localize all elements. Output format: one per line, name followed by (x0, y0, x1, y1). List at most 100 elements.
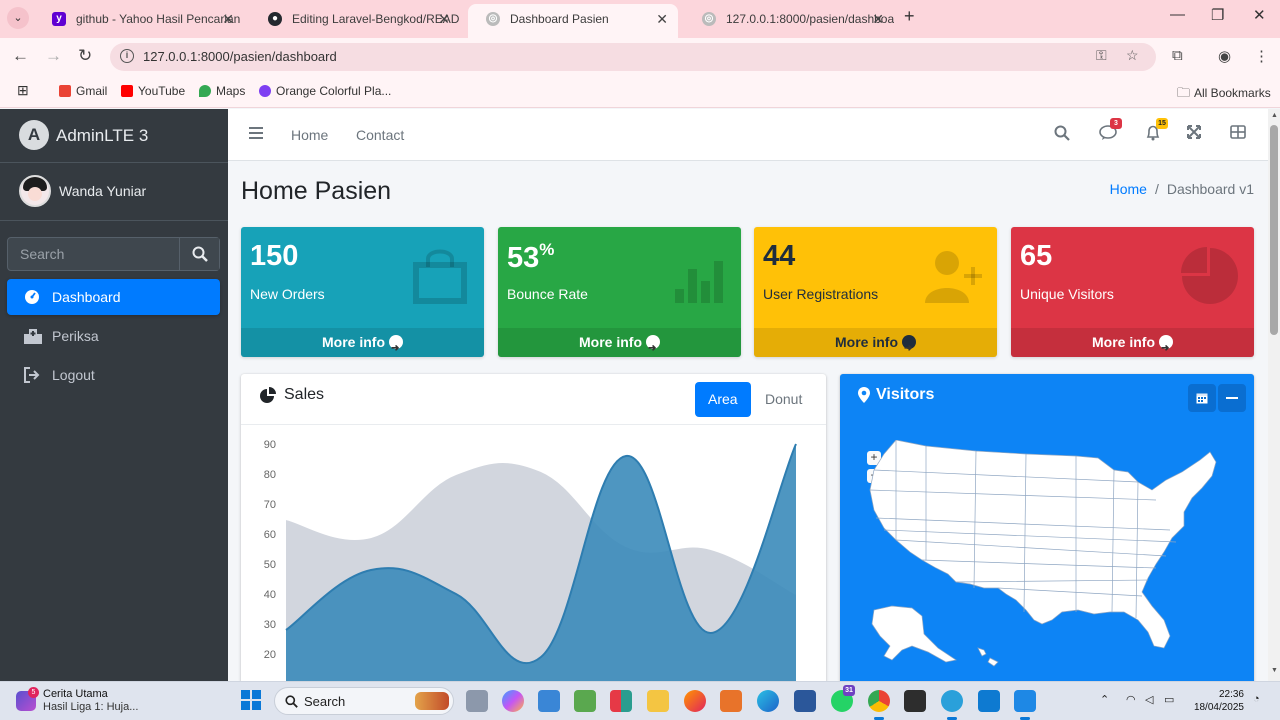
tab-title: Dashboard Pasien (510, 12, 609, 26)
daterange-button[interactable] (1188, 384, 1216, 412)
small-box-value: 53% (507, 240, 555, 274)
word-icon[interactable] (794, 690, 816, 712)
more-info-link[interactable]: More info (498, 328, 741, 357)
app-icon[interactable] (1014, 690, 1036, 720)
close-window-button[interactable]: ✕ (1253, 6, 1266, 24)
notifications-dropdown[interactable]: 15 (1145, 118, 1168, 147)
battery-icon[interactable]: ▭ (1164, 693, 1174, 706)
menu-kebab-icon[interactable]: ⋮ (1254, 47, 1269, 65)
close-tab-icon[interactable]: ✕ (438, 4, 450, 34)
page-scrollbar[interactable]: ▲ ▼ (1268, 109, 1280, 681)
xampp-icon[interactable] (720, 690, 742, 712)
tab-donut[interactable]: Donut (752, 382, 815, 417)
browser-tab-active[interactable]: ◎ Dashboard Pasien ✕ (468, 4, 678, 38)
windows-start-icon[interactable] (241, 690, 261, 710)
hospital-icon (24, 329, 42, 344)
gmail-icon (59, 85, 71, 97)
sidebar-item-logout[interactable]: Logout (7, 357, 220, 393)
edge-icon[interactable] (757, 690, 779, 712)
chrome-icon[interactable] (868, 690, 890, 720)
expand-arrows-icon (1187, 125, 1201, 139)
nav-link-home[interactable]: Home (291, 127, 328, 143)
clock-time: 22:36 (1218, 689, 1244, 700)
tab-area[interactable]: Area (695, 382, 751, 417)
wifi-icon[interactable]: ◠ (1126, 693, 1136, 706)
sidebar-item-periksa[interactable]: Periksa (7, 318, 220, 354)
app-icon[interactable] (610, 690, 632, 712)
whatsapp-icon[interactable]: 31 (831, 685, 855, 712)
notification-bell-icon[interactable]: ◔ (1253, 693, 1260, 705)
nav-link-contact[interactable]: Contact (356, 127, 404, 143)
browser-tab[interactable]: ● Editing Laravel-Bengkod/READM ✕ (250, 4, 460, 38)
scrollbar-thumb[interactable] (1270, 125, 1278, 335)
more-info-link[interactable]: More info (754, 328, 997, 357)
firefox-icon[interactable] (684, 690, 706, 712)
collapse-button[interactable] (1218, 384, 1246, 412)
terminal-icon[interactable] (904, 690, 926, 712)
navbar-search-button[interactable] (1054, 125, 1076, 147)
close-tab-icon[interactable]: ✕ (222, 4, 234, 34)
forward-button[interactable]: → (45, 46, 62, 66)
globe-favicon-icon: ◎ (486, 12, 500, 26)
sales-card: Sales Area Donut 20 30 40 50 60 70 80 90 (241, 374, 826, 684)
password-key-icon[interactable]: ⚿ (1096, 47, 1107, 64)
messages-dropdown[interactable]: 3 (1099, 118, 1122, 147)
sidebar-search-input[interactable] (8, 238, 180, 270)
back-button[interactable]: ← (12, 46, 29, 66)
user-name[interactable]: Wanda Yuniar (59, 183, 146, 199)
bookmark-star-icon[interactable]: ☆ (1126, 47, 1139, 64)
bookmark-youtube[interactable]: YouTube (121, 84, 185, 98)
address-bar[interactable]: i 127.0.0.1:8000/pasien/dashboard ⚿ ☆ (110, 43, 1156, 71)
brand-link[interactable]: A AdminLTE 3 (0, 109, 228, 163)
profile-avatar[interactable]: ◉ (1218, 47, 1231, 65)
task-view-icon[interactable] (466, 690, 488, 712)
copilot-icon[interactable] (502, 690, 524, 712)
file-explorer-icon[interactable] (647, 690, 669, 712)
new-tab-button[interactable]: + (904, 6, 915, 27)
volume-icon[interactable]: ◁ (1145, 693, 1153, 706)
reload-button[interactable]: ↻ (78, 46, 92, 66)
y-tick-label: 30 (264, 619, 276, 631)
site-info-icon[interactable]: i (120, 49, 134, 63)
y-tick-label: 20 (264, 649, 276, 661)
news-widget[interactable]: Cerita Utama Hasil Liga 1: Huja... (43, 688, 138, 714)
telegram-icon[interactable] (941, 690, 963, 720)
taskbar-clock[interactable]: 22:36 18/04/2025 (1188, 688, 1244, 714)
all-bookmarks-folder[interactable]: 🗀 All Bookmarks (1177, 84, 1271, 106)
show-hidden-icons-chevron-icon[interactable]: ⌃ (1100, 693, 1109, 706)
microsoft-store-icon[interactable] (538, 690, 560, 712)
maximize-button[interactable]: ❐ (1211, 6, 1224, 24)
extensions-icon[interactable]: ⧉ (1172, 47, 1183, 64)
browser-tab[interactable]: ◎ 127.0.0.1:8000/pasien/dashboard ✕ (684, 4, 894, 38)
scroll-down-arrow-icon[interactable]: ▼ (1271, 667, 1278, 674)
scroll-up-arrow-icon[interactable]: ▲ (1271, 112, 1278, 119)
browser-tab[interactable]: y github - Yahoo Hasil Pencarian ✕ (34, 4, 244, 38)
apps-grid-icon[interactable]: ⊞ (17, 82, 29, 99)
sales-area-chart: 20 30 40 50 60 70 80 90 (264, 439, 797, 684)
sidebar-search-button[interactable] (179, 238, 219, 270)
more-info-link[interactable]: More info (1011, 328, 1254, 357)
browser-toolbar: ← → ↻ i 127.0.0.1:8000/pasien/dashboard … (0, 38, 1280, 76)
breadcrumb-separator: / (1154, 181, 1159, 197)
clock-date: 18/04/2025 (1193, 702, 1244, 713)
bookmark-canva[interactable]: Orange Colorful Pla... (259, 84, 391, 98)
close-tab-icon[interactable]: ✕ (656, 4, 668, 34)
taskbar-search[interactable]: Search (274, 687, 454, 715)
bookmark-maps[interactable]: Maps (199, 84, 245, 98)
main-header: Home Contact 3 15 (228, 109, 1268, 161)
sidebar-item-dashboard[interactable]: Dashboard (7, 279, 220, 315)
spreadsheet-app-icon[interactable] (574, 690, 596, 712)
hamburger-menu-icon[interactable] (249, 127, 263, 139)
control-sidebar-button[interactable] (1230, 125, 1252, 147)
yahoo-favicon-icon: y (52, 12, 66, 26)
tab-search-button[interactable]: ⌄ (7, 7, 29, 29)
bar-chart-icon (675, 261, 723, 303)
fullscreen-button[interactable] (1187, 125, 1209, 147)
avatar[interactable] (19, 175, 51, 207)
vscode-icon[interactable] (978, 690, 1000, 712)
bookmark-gmail[interactable]: Gmail (59, 84, 107, 98)
breadcrumb-home-link[interactable]: Home (1110, 181, 1147, 197)
more-info-link[interactable]: More info (241, 328, 484, 357)
close-tab-icon[interactable]: ✕ (872, 4, 884, 34)
minimize-button[interactable]: — (1170, 6, 1185, 23)
